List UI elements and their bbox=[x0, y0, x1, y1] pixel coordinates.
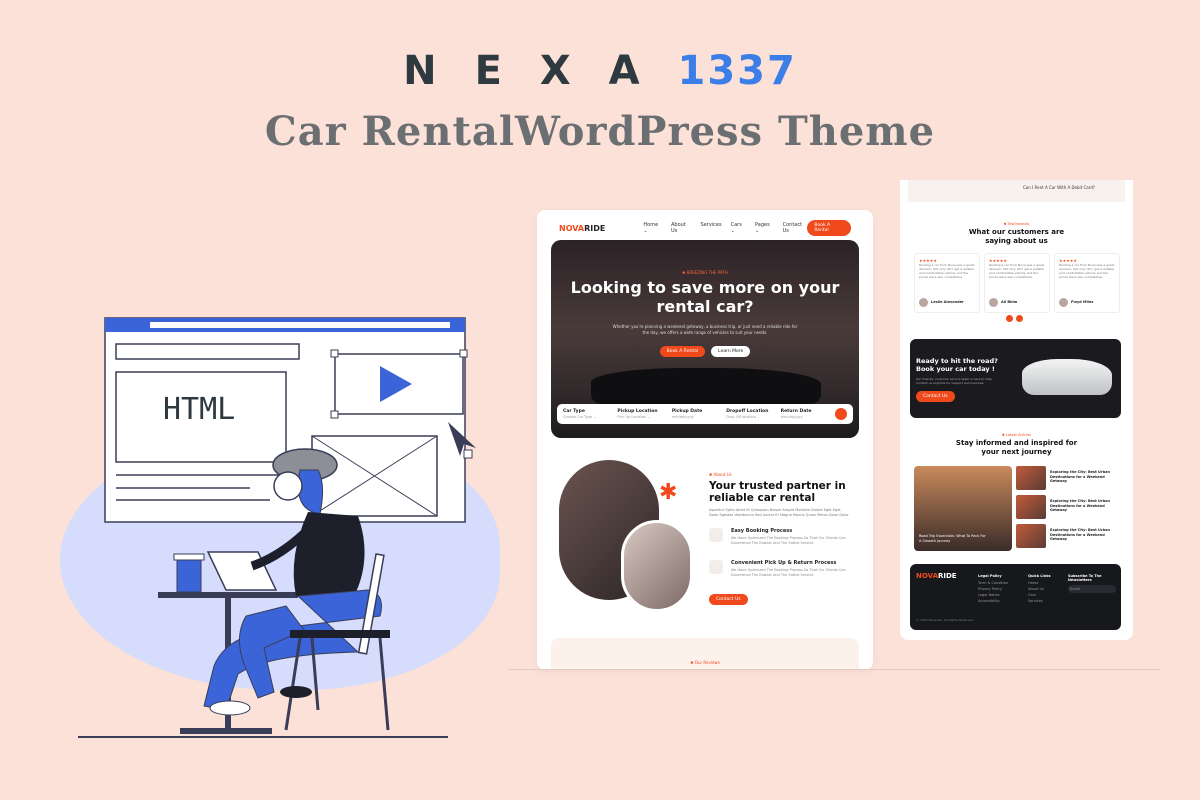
avatar bbox=[919, 298, 928, 307]
testimonial-card: ★★★★★ Renting a car from Nova was a grea… bbox=[984, 253, 1050, 313]
pickup-location-field[interactable]: Pickup Location Pick Up Location ⌄ bbox=[617, 409, 671, 419]
testimonials-list: ★★★★★ Renting a car from Nova was a grea… bbox=[914, 253, 1120, 313]
nav-item-home[interactable]: Home ⌄ bbox=[643, 222, 662, 234]
blog-featured-post[interactable]: Road Trip Essentials: What To Pack For A… bbox=[914, 466, 1012, 551]
booking-icon bbox=[709, 528, 723, 542]
nav-menu: Home ⌄ About Us Services Cars ⌄ Pages ⌄ … bbox=[643, 222, 807, 234]
blog-post[interactable]: Exploring the City: Best Urban Destinati… bbox=[1016, 495, 1120, 520]
footer-links-column: Quick Links Home About Us Cars Services bbox=[1028, 574, 1051, 603]
return-date-field[interactable]: Return Date mm/dd/yyyy bbox=[781, 409, 835, 419]
footer-link[interactable]: Services bbox=[1028, 599, 1051, 603]
blog-post[interactable]: Exploring the City: Best Urban Destinati… bbox=[1016, 466, 1120, 491]
footer-legal-column: Legal Policy Term & Condition Privacy Po… bbox=[978, 574, 1009, 603]
hero-banner: ✱ BREEZING THE PATH Looking to save more… bbox=[551, 240, 859, 438]
about-title: Your trusted partner in reliable car ren… bbox=[709, 480, 846, 504]
book-rental-button[interactable]: Book A Rental bbox=[659, 346, 706, 357]
cta-banner: Ready to hit the road? Book your car tod… bbox=[910, 339, 1121, 418]
site-footer: NOVARIDE Legal Policy Term & Condition P… bbox=[910, 564, 1121, 630]
contact-us-button[interactable]: Contact Us bbox=[709, 594, 748, 605]
feature-pickup-text: We Have Optimized The Booking Process So… bbox=[731, 568, 846, 577]
html-code-label: HTML bbox=[163, 392, 236, 427]
nav-item-pages[interactable]: Pages ⌄ bbox=[755, 222, 774, 234]
feature-booking-title: Easy Booking Process bbox=[731, 528, 793, 534]
prev-arrow-icon[interactable] bbox=[1006, 315, 1013, 322]
blog-post[interactable]: Exploring the City: Best Urban Destinati… bbox=[1016, 524, 1120, 549]
reviews-tag: ✱ Our Reviews bbox=[690, 660, 720, 665]
car-type-field[interactable]: Car Type Choose Car Type ⌄ bbox=[563, 409, 617, 419]
pickup-icon bbox=[709, 560, 723, 574]
about-photo-secondary bbox=[621, 520, 693, 612]
cta-title: Ready to hit the road? Book your car tod… bbox=[916, 357, 998, 373]
cta-car-image bbox=[1022, 359, 1112, 395]
cta-contact-button[interactable]: Contact Us bbox=[916, 391, 955, 402]
site-nav: NOVARIDE Home ⌄ About Us Services Cars ⌄… bbox=[559, 220, 851, 236]
learn-more-button[interactable]: Learn More bbox=[711, 346, 751, 357]
about-tag: ✱ About Us bbox=[709, 472, 732, 477]
footer-link[interactable]: Cars bbox=[1028, 593, 1051, 597]
about-section: ✱ ✱ About Us Your trusted partner in rel… bbox=[559, 460, 859, 620]
ground-line bbox=[78, 736, 448, 738]
blog-title: Stay informed and inspired for your next… bbox=[955, 439, 1078, 456]
testimonials-tag: ✱ Testimonials bbox=[1003, 222, 1030, 226]
preview-baseline bbox=[508, 669, 1160, 670]
hero-title: Looking to save more on your rental car? bbox=[570, 278, 840, 316]
blog-tag: ✱ Latest Articles bbox=[1001, 433, 1032, 437]
pickup-date-field[interactable]: Pickup Date mm/dd/yyyy bbox=[672, 409, 726, 419]
footer-link[interactable]: Legal Notice bbox=[978, 593, 1008, 597]
feature-pickup-title: Convenient Pick Up & Return Process bbox=[731, 560, 837, 566]
brand-title: N E X A 1337 bbox=[0, 48, 1200, 94]
testimonials-title: What our customers are saying about us bbox=[968, 228, 1065, 245]
home-page-preview: NOVARIDE Home ⌄ About Us Services Cars ⌄… bbox=[537, 210, 873, 670]
footer-newsletter: Subscribe To The Newsletters Email bbox=[1068, 574, 1116, 595]
search-button[interactable] bbox=[835, 408, 848, 420]
footer-link[interactable]: Accessibility bbox=[978, 599, 1008, 603]
carousel-arrows bbox=[1006, 315, 1023, 322]
dropoff-location-field[interactable]: Dropoff Location Drop Off location ⌄ bbox=[726, 409, 780, 419]
copyright: © 2024 Novaride. All Rights Reserved. bbox=[916, 618, 974, 622]
nav-item-services[interactable]: Services bbox=[701, 222, 722, 234]
footer-link[interactable]: Privacy Policy bbox=[978, 587, 1008, 591]
avatar bbox=[1059, 298, 1068, 307]
about-text: Aspertur Optio Amet Et Quisquam Neque Al… bbox=[709, 508, 849, 517]
brand-name: N E X A bbox=[403, 48, 652, 94]
footer-link[interactable]: Term & Condition bbox=[978, 581, 1008, 585]
rental-search-bar: Car Type Choose Car Type ⌄ Pickup Locatio… bbox=[557, 404, 853, 424]
next-arrow-icon[interactable] bbox=[1016, 315, 1023, 322]
illustration-svg bbox=[104, 317, 476, 734]
book-rental-nav-button[interactable]: Book A Rental bbox=[807, 220, 851, 236]
footer-link[interactable]: Home bbox=[1028, 581, 1051, 585]
nav-item-cars[interactable]: Cars ⌄ bbox=[731, 222, 746, 234]
footer-link[interactable]: About Us bbox=[1028, 587, 1051, 591]
blog-grid: Road Trip Essentials: What To Pack For A… bbox=[914, 466, 1120, 551]
feature-booking-text: We Have Optimized The Booking Process So… bbox=[731, 536, 846, 545]
cta-text: Our friendly customer service team is he… bbox=[916, 377, 993, 385]
footer-logo[interactable]: NOVARIDE bbox=[916, 572, 957, 580]
hero-car-image bbox=[591, 368, 821, 404]
site-logo[interactable]: NOVARIDE bbox=[559, 224, 605, 233]
hero-tag: ✱ BREEZING THE PATH bbox=[682, 270, 728, 275]
theme-subtitle: Car RentalWordPress Theme bbox=[264, 108, 936, 155]
hero-buttons: Book A Rental Learn More bbox=[551, 346, 859, 357]
inner-page-preview: Can I Rent A Car With A Debit Card? ✱ Te… bbox=[900, 180, 1133, 640]
avatar bbox=[989, 298, 998, 307]
nav-item-about[interactable]: About Us bbox=[671, 222, 692, 234]
reviews-section: ✱ Our Reviews bbox=[551, 638, 859, 670]
faq-item[interactable]: Can I Rent A Car With A Debit Card? bbox=[908, 180, 1125, 202]
testimonial-card: ★★★★★ Renting a car from Nova was a grea… bbox=[1054, 253, 1120, 313]
brand-number: 1337 bbox=[677, 48, 797, 94]
hero-text: Whether you're planning a weekend getawa… bbox=[612, 324, 798, 335]
developer-illustration: HTML bbox=[50, 300, 510, 750]
testimonial-card: ★★★★★ Renting a car from Nova was a grea… bbox=[914, 253, 980, 313]
newsletter-email-input[interactable]: Email bbox=[1068, 585, 1116, 593]
nav-item-contact[interactable]: Contact Us bbox=[783, 222, 808, 234]
asterisk-icon: ✱ bbox=[659, 480, 678, 505]
